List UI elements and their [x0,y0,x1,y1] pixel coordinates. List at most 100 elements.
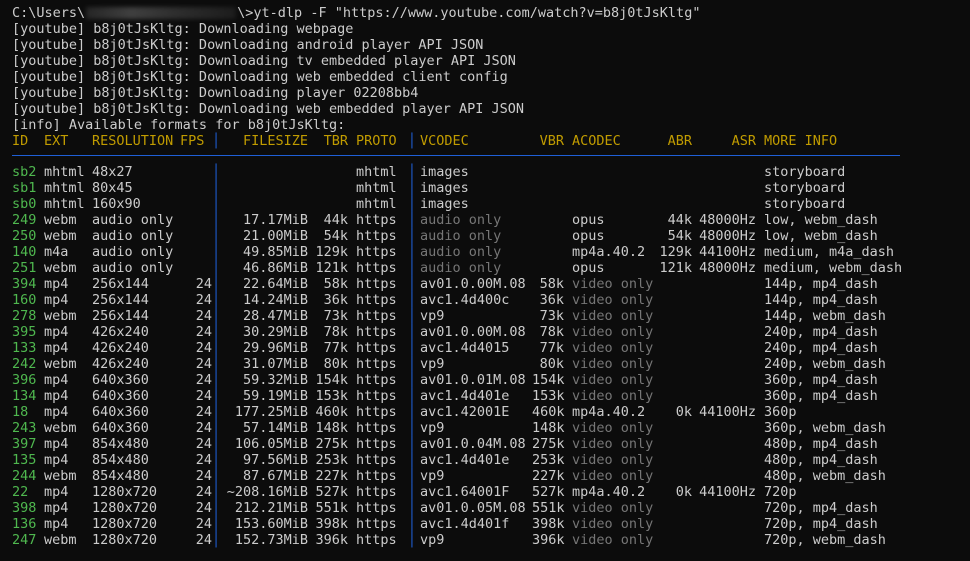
format-filesize [220,196,308,212]
format-ext: mp4 [44,484,69,500]
column-separator: │ [212,356,221,372]
format-more-info: 360p, mp4_dash [764,372,878,388]
format-tbr: 78k [323,324,348,340]
format-asr [692,324,756,340]
format-asr [692,500,756,516]
log-output: [youtube] b8j0tJsKltg: Downloading webpa… [12,21,970,133]
format-vcodec: avc1.4d401f [420,516,510,532]
format-filesize [220,164,308,180]
format-abr: 129k [659,244,692,260]
format-filesize: 31.07MiB [242,356,308,372]
format-filesize: 28.47MiB [242,308,308,324]
format-proto: https [356,308,397,324]
format-fps: 24 [195,340,212,356]
format-vbr: 227k [532,468,565,484]
format-id: sb0 [12,196,37,212]
format-abr [652,324,692,340]
column-separator: │ [212,228,221,244]
format-proto: https [356,372,397,388]
format-asr [692,532,756,548]
format-fps [180,196,212,212]
format-filesize: 106.05MiB [234,436,308,452]
format-vcodec: avc1.64001F [420,484,510,500]
format-resolution: 640x360 [92,420,149,436]
format-vbr: 527k [532,484,565,500]
format-id: 243 [12,420,37,436]
format-resolution: 80x45 [92,180,133,196]
column-separator: │ [407,228,417,244]
format-id: 278 [12,308,37,324]
prompt-path-end: \> [237,5,254,21]
format-acodec: video only [572,420,654,436]
format-proto: mhtml [356,180,397,196]
format-tbr: 121k [315,260,348,276]
format-tbr: 396k [315,532,348,548]
format-vcodec: images [420,164,469,180]
format-id: 397 [12,436,37,452]
format-resolution: 1280x720 [92,516,158,532]
format-vbr [532,164,564,180]
log-line: [youtube] b8j0tJsKltg: Downloading web e… [12,101,525,117]
format-tbr: 58k [323,276,348,292]
format-acodec: video only [572,532,654,548]
table-header: ID EXT RESOLUTION FPS │ FILESIZE TBR PRO… [12,133,970,149]
format-ext: webm [44,308,77,324]
column-separator: │ [212,484,221,500]
format-ext: mp4 [44,388,69,404]
format-acodec [572,164,652,180]
format-proto: https [356,516,397,532]
format-asr [692,388,756,404]
format-vcodec: avc1.4d401e [420,388,510,404]
format-ext: mp4 [44,292,69,308]
format-abr [652,516,692,532]
format-id: 244 [12,468,37,484]
terminal-window[interactable]: C:\Users\ \>yt-dlp -F "https://www.youtub… [0,0,970,561]
column-separator: │ [212,308,221,324]
header-acodec: ACODEC [572,133,621,149]
header-more-info: MORE INFO [764,133,838,149]
format-id: 136 [12,516,37,532]
format-ext: mp4 [44,372,69,388]
format-more-info: storyboard [764,180,846,196]
format-ext: mp4 [44,436,69,452]
format-tbr: 153k [315,388,348,404]
format-resolution: 256x144 [92,276,149,292]
format-fps: 24 [195,452,212,468]
format-id: 395 [12,324,37,340]
format-ext: mp4 [44,500,69,516]
format-abr [652,340,692,356]
format-tbr: 44k [323,212,348,228]
format-tbr: 54k [323,228,348,244]
format-tbr: 551k [315,500,348,516]
format-filesize: 87.67MiB [242,468,308,484]
column-separator: │ [212,276,221,292]
header-filesize: FILESIZE [242,133,308,149]
format-acodec: video only [572,356,654,372]
format-acodec: opus [572,212,605,228]
format-tbr: 460k [315,404,348,420]
format-vbr [532,212,564,228]
column-separator: │ [407,516,417,532]
column-separator: │ [407,468,417,484]
format-proto: https [356,532,397,548]
format-abr: 121k [659,260,692,276]
format-asr [692,436,756,452]
format-fps: 24 [195,308,212,324]
format-filesize: 59.32MiB [242,372,308,388]
format-id: sb2 [12,164,37,180]
format-abr [652,532,692,548]
format-ext: mhtml [44,180,85,196]
format-row: 242 webm 426x240 24 │ 31.07MiB 80k https │ vp9 80k… [12,356,970,372]
format-abr [652,276,692,292]
format-row: 395 mp4 426x240 24 │ 30.29MiB 78k https │ av01.0.… [12,324,970,340]
format-vcodec: vp9 [420,532,445,548]
column-separator: │ [212,532,221,548]
format-filesize: 212.21MiB [234,500,308,516]
format-id: 133 [12,340,37,356]
format-resolution: 640x360 [92,404,149,420]
format-row: 396 mp4 640x360 24 │ 59.32MiB 154k https │ av01.0… [12,372,970,388]
format-row: 278 webm 256x144 24 │ 28.47MiB 73k https │ vp9 73k… [12,308,970,324]
format-resolution: audio only [92,228,174,244]
format-asr: 48000Hz [699,228,756,244]
format-vbr [532,244,564,260]
